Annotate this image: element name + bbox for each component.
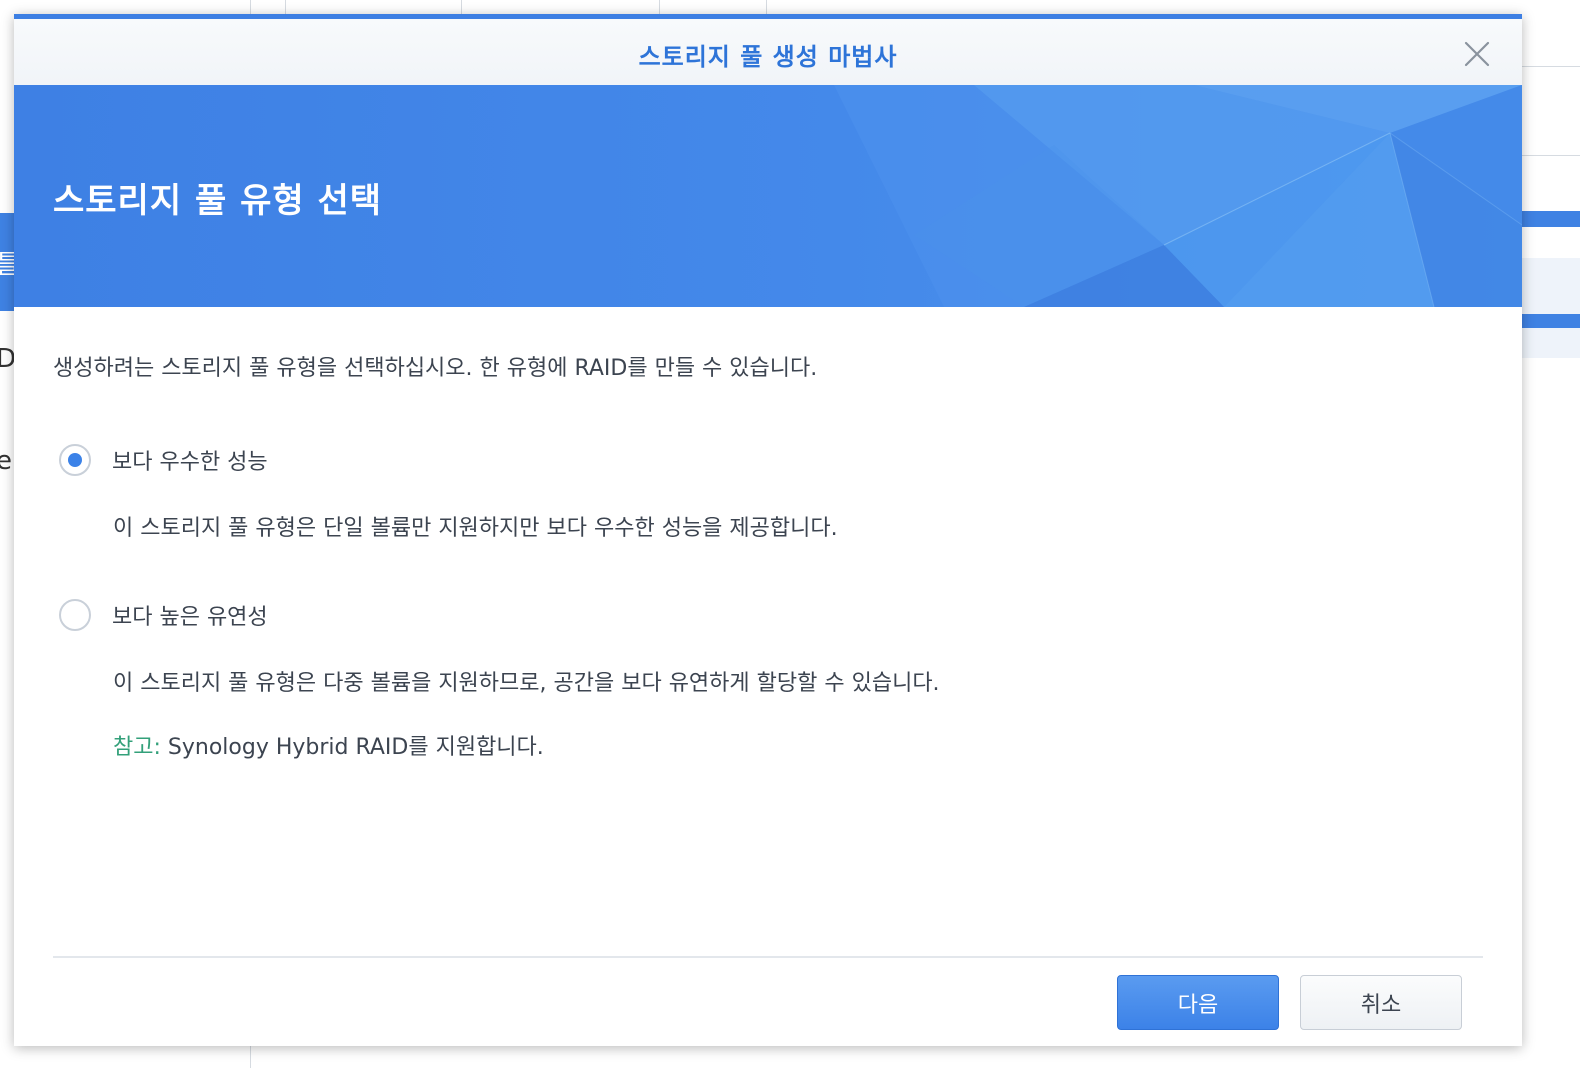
- step-title: 스토리지 풀 유형 선택: [53, 181, 383, 221]
- background-row-divider: [1522, 66, 1580, 67]
- option-description: 이 스토리지 풀 유형은 단일 볼륨만 지원하지만 보다 우수한 성능을 제공합…: [113, 516, 838, 541]
- radio-better-performance[interactable]: [59, 444, 91, 476]
- background-selected-row: [1522, 314, 1580, 328]
- background-row: [1522, 258, 1580, 314]
- background-row-text: e: [0, 446, 12, 476]
- dialog-title: 스토리지 풀 생성 마법사: [638, 43, 898, 71]
- background-row: [1522, 328, 1580, 358]
- note-text: Synology Hybrid RAID를 지원합니다.: [160, 735, 544, 760]
- background-column-divider: [250, 1046, 251, 1068]
- option-better-performance[interactable]: 보다 우수한 성능: [59, 444, 268, 476]
- footer-divider: [53, 956, 1483, 958]
- cancel-button[interactable]: 취소: [1300, 975, 1462, 1030]
- next-button[interactable]: 다음: [1117, 975, 1279, 1030]
- option-label: 보다 높은 유연성: [112, 605, 268, 630]
- option-description: 이 스토리지 풀 유형은 다중 볼륨을 지원하므로, 공간을 보다 유연하게 할…: [113, 671, 940, 696]
- background-selected-row: [1522, 211, 1580, 227]
- wizard-step-banner: 스토리지 풀 유형 선택: [14, 85, 1522, 307]
- close-button[interactable]: [1462, 39, 1492, 69]
- dialog-titlebar: 스토리지 풀 생성 마법사: [14, 19, 1522, 86]
- radio-higher-flexibility[interactable]: [59, 599, 91, 631]
- storage-pool-wizard-dialog: 스토리지 풀 생성 마법사 스토리지 풀 유형 선택 생성하려는 스토리지 풀 …: [14, 14, 1522, 1046]
- option-label: 보다 우수한 성능: [112, 450, 268, 475]
- option-higher-flexibility[interactable]: 보다 높은 유연성: [59, 599, 268, 631]
- intro-text: 생성하려는 스토리지 풀 유형을 선택하십시오. 한 유형에 RAID를 만들 …: [53, 356, 818, 381]
- background-row-divider: [1522, 155, 1580, 156]
- option-note: 참고: Synology Hybrid RAID를 지원합니다.: [113, 729, 544, 761]
- close-icon: [1464, 41, 1490, 67]
- note-prefix: 참고:: [113, 735, 161, 760]
